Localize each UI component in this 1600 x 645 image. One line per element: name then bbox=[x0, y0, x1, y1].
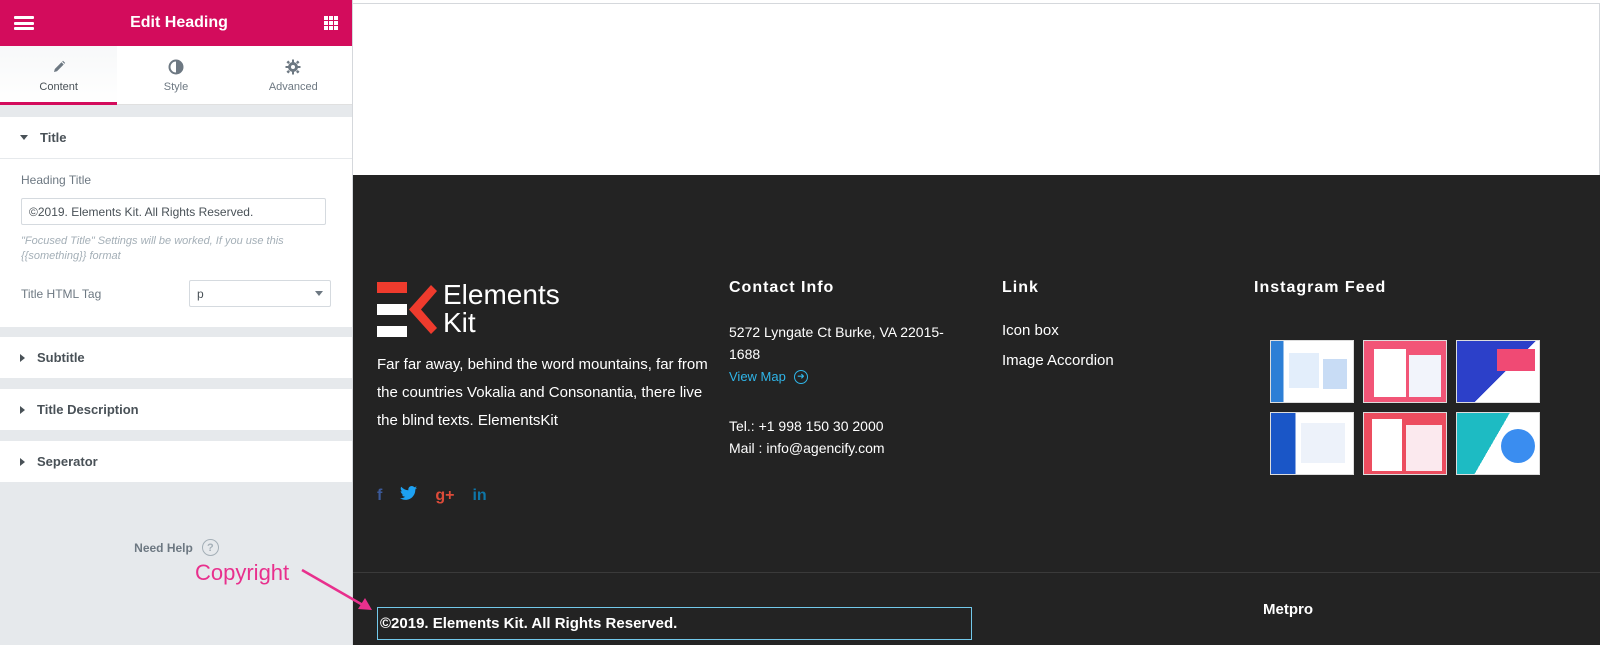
section-separator-toggle[interactable]: Seperator bbox=[0, 441, 352, 483]
annotation-arrow-icon bbox=[301, 568, 372, 610]
contact-phone-mail: Tel.: +1 998 150 30 2000 Mail : info@age… bbox=[729, 415, 885, 459]
section-separator-label: Seperator bbox=[37, 454, 98, 469]
caret-right-icon bbox=[20, 405, 25, 414]
instagram-feed-heading: Instagram Feed bbox=[1254, 279, 1387, 296]
footer-links: Icon box Image Accordion bbox=[1002, 322, 1114, 382]
metpro-label: Metpro bbox=[1263, 601, 1313, 618]
editor-panel: Edit Heading Content Style Advanced Titl… bbox=[0, 0, 353, 645]
html-tag-row: Title HTML Tag p bbox=[21, 280, 331, 307]
logo-line-2: Kit bbox=[443, 307, 476, 338]
section-title-description-toggle[interactable]: Title Description bbox=[0, 389, 352, 431]
contact-tel: Tel.: +1 998 150 30 2000 bbox=[729, 418, 884, 434]
linkedin-icon[interactable]: in bbox=[472, 487, 486, 505]
panel-header: Edit Heading bbox=[0, 0, 352, 46]
contact-info-heading: Contact Info bbox=[729, 279, 835, 296]
tab-style-label: Style bbox=[163, 81, 189, 93]
section-title-label: Title bbox=[40, 130, 67, 145]
pencil-icon bbox=[52, 57, 66, 77]
link-heading: Link bbox=[1002, 279, 1039, 296]
panel-title: Edit Heading bbox=[130, 14, 228, 31]
section-subtitle-label: Subtitle bbox=[37, 350, 85, 365]
question-icon: ? bbox=[201, 539, 219, 556]
instagram-thumb[interactable] bbox=[1456, 340, 1540, 403]
about-text: Far far away, behind the word mountains,… bbox=[377, 356, 708, 429]
caret-down-icon bbox=[20, 135, 28, 140]
site-footer: Elements Kit Far far away, behind the wo… bbox=[353, 175, 1600, 645]
menu-icon[interactable] bbox=[14, 16, 34, 30]
logo-text: Elements Kit bbox=[443, 281, 560, 337]
contrast-icon bbox=[168, 57, 184, 77]
social-links: f g+ in bbox=[377, 486, 487, 505]
heading-title-input[interactable]: ©2019. Elements Kit. All Rights Reserved… bbox=[21, 198, 326, 225]
twitter-icon[interactable] bbox=[400, 486, 418, 505]
view-map-label: View Map bbox=[729, 369, 786, 384]
instagram-thumb[interactable] bbox=[1270, 412, 1354, 475]
instagram-thumb[interactable] bbox=[1456, 412, 1540, 475]
instagram-thumb[interactable] bbox=[1363, 412, 1447, 475]
divider bbox=[353, 3, 1600, 4]
gear-icon bbox=[285, 57, 301, 77]
need-help-label: Need Help bbox=[134, 540, 193, 555]
elementskit-logo[interactable]: Elements Kit bbox=[377, 281, 560, 337]
google-plus-icon[interactable]: g+ bbox=[435, 487, 454, 505]
section-title-toggle[interactable]: Title bbox=[0, 117, 352, 159]
dropdown-arrow-icon bbox=[315, 291, 323, 296]
spacer bbox=[0, 327, 352, 337]
html-tag-value: p bbox=[197, 286, 204, 301]
contact-address: 5272 Lyngate Ct Burke, VA 22015-1688 bbox=[729, 324, 944, 362]
section-title-body: Heading Title ©2019. Elements Kit. All R… bbox=[0, 159, 352, 327]
logo-mark-icon bbox=[377, 281, 437, 337]
instagram-thumb[interactable] bbox=[1363, 340, 1447, 403]
tab-content[interactable]: Content bbox=[0, 46, 118, 105]
html-tag-select[interactable]: p bbox=[189, 280, 331, 307]
arrow-right-circle-icon: ➜ bbox=[793, 369, 808, 384]
app-root: Edit Heading Content Style Advanced Titl… bbox=[0, 0, 1600, 645]
heading-title-label: Heading Title bbox=[21, 173, 92, 187]
logo-line-1: Elements bbox=[443, 279, 560, 310]
tab-content-label: Content bbox=[39, 81, 78, 93]
spacer bbox=[0, 105, 352, 117]
section-title-description-label: Title Description bbox=[37, 402, 139, 417]
spacer bbox=[0, 379, 352, 389]
tab-advanced[interactable]: Advanced bbox=[235, 46, 352, 104]
facebook-icon[interactable]: f bbox=[377, 487, 382, 505]
instagram-grid bbox=[1270, 340, 1540, 475]
preview-canvas: Elements Kit Far far away, behind the wo… bbox=[353, 0, 1600, 645]
spacer bbox=[0, 431, 352, 441]
caret-right-icon bbox=[20, 353, 25, 362]
copyright-annotation: Copyright bbox=[195, 560, 290, 585]
tab-advanced-label: Advanced bbox=[268, 81, 318, 93]
caret-right-icon bbox=[20, 457, 25, 466]
contact-mail: Mail : info@agencify.com bbox=[729, 440, 885, 456]
footer-link-image-accordion[interactable]: Image Accordion bbox=[1002, 352, 1114, 369]
panel-tabs: Content Style Advanced bbox=[0, 46, 352, 105]
footer-divider bbox=[353, 572, 1600, 573]
section-subtitle-toggle[interactable]: Subtitle bbox=[0, 337, 352, 379]
apps-grid-icon[interactable] bbox=[324, 16, 338, 30]
footer-link-icon-box[interactable]: Icon box bbox=[1002, 322, 1114, 339]
focused-title-hint: "Focused Title" Settings will be worked,… bbox=[21, 235, 284, 262]
copyright-heading[interactable]: ©2019. Elements Kit. All Rights Reserved… bbox=[377, 607, 972, 640]
need-help-link[interactable]: Need Help ? bbox=[0, 539, 353, 556]
instagram-thumb[interactable] bbox=[1270, 340, 1354, 403]
html-tag-label: Title HTML Tag bbox=[21, 286, 102, 301]
tab-style[interactable]: Style bbox=[117, 46, 234, 104]
view-map-link[interactable]: View Map ➜ bbox=[729, 369, 808, 384]
